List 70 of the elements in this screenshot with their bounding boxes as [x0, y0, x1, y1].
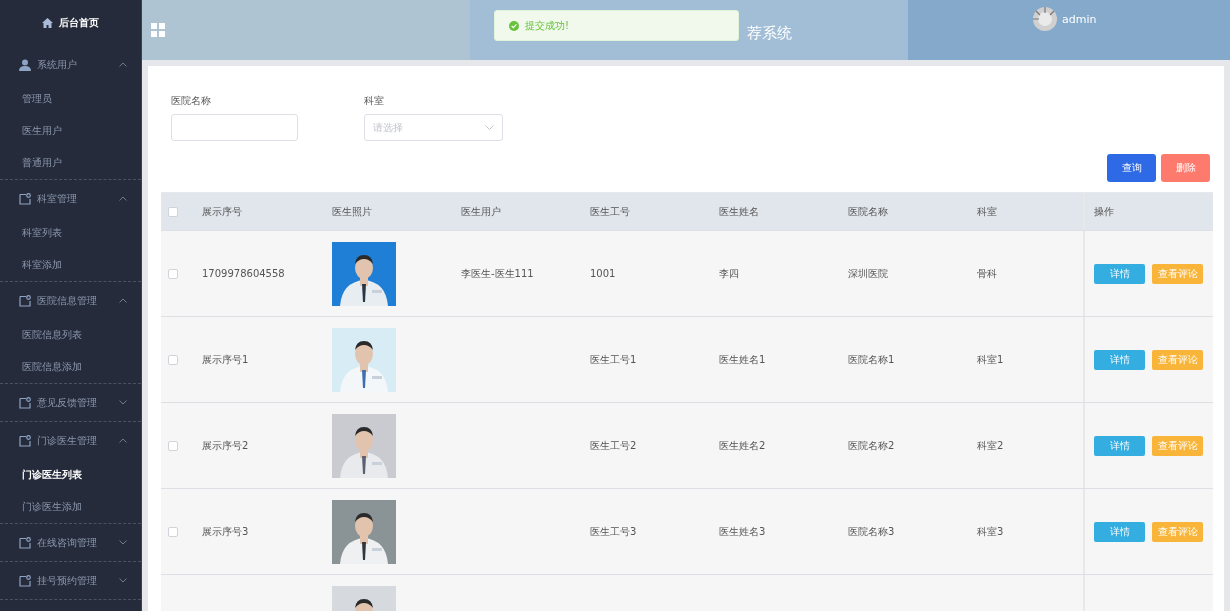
menu-item[interactable]: 医院信息添加 [0, 351, 141, 383]
field-label: 医院名称 [171, 94, 212, 108]
menu-group[interactable]: 医院信息管理 [0, 282, 141, 319]
table-cell: 医生姓名3 [719, 524, 766, 539]
column-header: 医生照片 [332, 204, 372, 219]
column-header: 展示序号 [202, 204, 242, 219]
menu-group[interactable]: 系统用户 [0, 46, 141, 83]
column-header: 医生工号 [590, 204, 630, 219]
input-field[interactable] [171, 114, 298, 141]
menu-group[interactable]: 门诊医生管理 [0, 422, 141, 459]
checkbox[interactable] [168, 268, 178, 279]
checkbox[interactable] [168, 526, 178, 537]
menu-item[interactable]: 门诊医生列表 [0, 459, 141, 491]
checkbox[interactable] [168, 206, 178, 217]
table-cell: 科室1 [977, 352, 1004, 367]
menu-item[interactable]: 普通用户 [0, 147, 141, 179]
table-cell: 深圳医院 [848, 266, 888, 281]
home-link[interactable]: 后台首页 [0, 0, 141, 46]
column-header: 医生姓名 [719, 204, 759, 219]
document-icon [19, 434, 31, 447]
menu-group[interactable]: 在线咨询管理 [0, 524, 141, 561]
table-cell: 医生工号1 [590, 352, 637, 367]
app-title: 荐系统 [745, 23, 792, 43]
menu-item[interactable]: 门诊医生添加 [0, 491, 141, 523]
menu-item[interactable]: 科室列表 [0, 217, 141, 249]
table-cell: 科室3 [977, 524, 1004, 539]
menu-icon [151, 23, 165, 37]
delete-button[interactable]: 删除 [1161, 154, 1210, 182]
checkbox[interactable] [168, 354, 178, 365]
document-icon [19, 294, 31, 307]
menu-item[interactable]: 管理员 [0, 83, 141, 115]
field-label: 科室 [364, 94, 385, 108]
table-cell: 展示序号3 [202, 524, 249, 539]
column-header: 医院名称 [848, 204, 888, 219]
menu-item[interactable]: 医院信息列表 [0, 319, 141, 351]
table-cell: 医生工号2 [590, 438, 637, 453]
column-header: 医生用户 [461, 204, 501, 219]
check-circle-icon [509, 20, 519, 31]
chevron-down-icon [485, 125, 494, 130]
table-cell: 医生姓名2 [719, 438, 766, 453]
person-icon [19, 58, 31, 71]
table-cell: 李四 [719, 266, 739, 281]
checkbox[interactable] [168, 440, 178, 451]
document-icon [19, 574, 31, 587]
avatar-icon [1033, 7, 1057, 31]
table-cell: 医生工号3 [590, 524, 637, 539]
column-header: 操作 [1094, 204, 1114, 219]
document-icon [19, 192, 31, 205]
menu-item[interactable]: 科室添加 [0, 249, 141, 281]
table-cell: 1709978604558 [202, 268, 285, 279]
menu-group[interactable]: 挂号预约管理 [0, 562, 141, 599]
search-button[interactable]: 查询 [1107, 154, 1156, 182]
table-cell: 医院名称1 [848, 352, 895, 367]
table-cell: 骨科 [977, 266, 997, 281]
table-cell: 医院名称2 [848, 438, 895, 453]
menu-group[interactable]: 科室管理 [0, 180, 141, 217]
table-cell: 1001 [590, 268, 616, 279]
table-cell: 医院名称3 [848, 524, 895, 539]
table-cell: 医生姓名1 [719, 352, 766, 367]
menu-item[interactable]: 医生用户 [0, 115, 141, 147]
table-cell: 展示序号2 [202, 438, 249, 453]
table-cell: 展示序号1 [202, 352, 249, 367]
table-cell: 李医生-医生111 [461, 266, 534, 281]
document-icon [19, 396, 31, 409]
success-toast: 提交成功! [494, 10, 739, 41]
table-cell: 科室2 [977, 438, 1004, 453]
home-icon [42, 18, 53, 28]
menu-group[interactable]: 意见反馈管理 [0, 384, 141, 421]
column-header: 科室 [977, 204, 997, 219]
document-icon [19, 536, 31, 549]
